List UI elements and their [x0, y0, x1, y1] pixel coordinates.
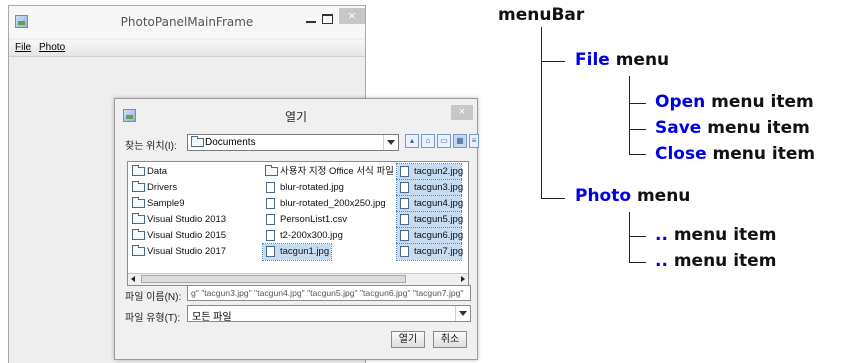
file-icon — [266, 214, 275, 225]
list-item[interactable]: tacgun4.jpg — [396, 195, 463, 213]
file-icon — [266, 230, 275, 241]
list-item[interactable]: tacgun6.jpg — [396, 227, 463, 245]
new-folder-icon[interactable]: ▭ — [437, 134, 451, 148]
list-item[interactable]: Drivers — [130, 180, 250, 196]
tree-line — [629, 262, 646, 263]
file-icon — [266, 246, 275, 257]
tree-line — [541, 27, 542, 199]
menu-file[interactable]: File — [15, 42, 31, 53]
list-item[interactable]: PersonList1.csv — [263, 212, 395, 228]
list-item[interactable]: Visual Studio 2017 — [130, 244, 250, 260]
folder-icon — [132, 197, 145, 208]
file-name-label: 파일 이름(N): — [125, 292, 182, 303]
file-icon — [400, 182, 409, 193]
list-item[interactable]: tacgun5.jpg — [396, 211, 463, 229]
open-button[interactable]: 열기 — [391, 331, 425, 348]
tree-line — [541, 198, 565, 199]
file-icon — [400, 198, 409, 209]
file-icon — [266, 198, 275, 209]
list-item[interactable]: tacgun2.jpg — [396, 163, 463, 181]
file-type-label: 파일 유형(T): — [125, 313, 181, 324]
menu-bar: File Photo — [9, 40, 365, 57]
close-icon[interactable]: × — [339, 8, 365, 24]
file-type-combo[interactable]: 모든 파일 — [187, 305, 471, 323]
maximize-icon[interactable] — [322, 14, 333, 24]
tree-node-save-item: Save menu item — [655, 118, 810, 138]
tree-line — [629, 129, 646, 130]
list-item[interactable]: 사용자 지정 Office 서식 파일 — [263, 164, 395, 180]
list-item[interactable]: Data — [130, 164, 250, 180]
folder-icon — [132, 245, 145, 256]
file-icon — [400, 214, 409, 225]
folder-icon — [132, 213, 145, 224]
open-file-dialog: 열기 × 찾는 위치(I): Documents ▴ ⌂ ▭ ▦ ≡ Data … — [114, 98, 479, 360]
tree-root-menubar: menuBar — [498, 5, 585, 25]
file-list[interactable]: Data Drivers Sample9 Visual Studio 2013 … — [127, 161, 469, 286]
menu-photo[interactable]: Photo — [39, 42, 65, 53]
tree-line — [629, 103, 646, 104]
main-title-bar[interactable]: PhotoPanelMainFrame × — [9, 6, 365, 38]
dialog-close-icon[interactable]: × — [451, 105, 473, 120]
tree-line — [629, 212, 630, 263]
folder-icon — [265, 165, 278, 176]
folder-icon — [191, 136, 204, 147]
look-in-label: 찾는 위치(I): — [125, 141, 177, 152]
scroll-right-icon[interactable] — [457, 274, 468, 284]
file-icon — [400, 246, 409, 257]
list-item[interactable]: Visual Studio 2013 — [130, 212, 250, 228]
scroll-thumb[interactable] — [141, 275, 406, 283]
tree-line — [541, 61, 565, 62]
home-icon[interactable]: ⌂ — [421, 134, 435, 148]
chevron-down-icon[interactable] — [455, 306, 470, 321]
tree-node-photo-item-1: .. menu item — [655, 225, 777, 245]
up-folder-icon[interactable]: ▴ — [405, 134, 419, 148]
tree-node-photo-item-2: .. menu item — [655, 251, 777, 271]
tree-line — [629, 154, 646, 155]
folder-icon — [132, 181, 145, 192]
tree-line — [629, 236, 646, 237]
folder-icon — [132, 229, 145, 240]
file-name-input[interactable]: g" "tacgun3.jpg" "tacgun4.jpg" "tacgun5.… — [187, 285, 471, 301]
tree-node-photo-menu: Photo menu — [575, 186, 691, 206]
look-in-combo[interactable]: Documents — [187, 134, 399, 151]
list-item[interactable]: tacgun1.jpg — [262, 243, 332, 261]
folder-icon — [132, 165, 145, 176]
list-view-icon[interactable]: ▦ — [453, 134, 467, 148]
scroll-left-icon[interactable] — [128, 274, 139, 284]
cancel-button[interactable]: 취소 — [433, 331, 467, 348]
horizontal-scrollbar[interactable] — [128, 273, 468, 285]
list-item[interactable]: tacgun3.jpg — [396, 179, 463, 197]
tree-node-file-menu: File menu — [575, 50, 670, 70]
list-item[interactable]: tacgun7.jpg — [396, 243, 463, 261]
minimize-icon[interactable] — [306, 21, 316, 23]
dialog-title: 열기 — [284, 110, 308, 124]
file-type-value: 모든 파일 — [192, 312, 232, 323]
tree-node-open-item: Open menu item — [655, 92, 814, 112]
list-item[interactable]: blur-rotated_200x250.jpg — [263, 196, 395, 212]
details-view-icon[interactable]: ≡ — [469, 134, 479, 148]
chevron-down-icon[interactable] — [383, 135, 398, 150]
tree-node-close-item: Close menu item — [655, 144, 816, 164]
list-item[interactable]: Visual Studio 2015 — [130, 228, 250, 244]
file-icon — [266, 182, 275, 193]
list-item[interactable]: Sample9 — [130, 196, 250, 212]
list-item[interactable]: blur-rotated.jpg — [263, 180, 395, 196]
tree-line — [629, 76, 630, 154]
look-in-value: Documents — [205, 137, 256, 148]
file-icon — [400, 230, 409, 241]
list-item[interactable]: t2-200x300.jpg — [263, 228, 395, 244]
file-icon — [400, 166, 409, 177]
